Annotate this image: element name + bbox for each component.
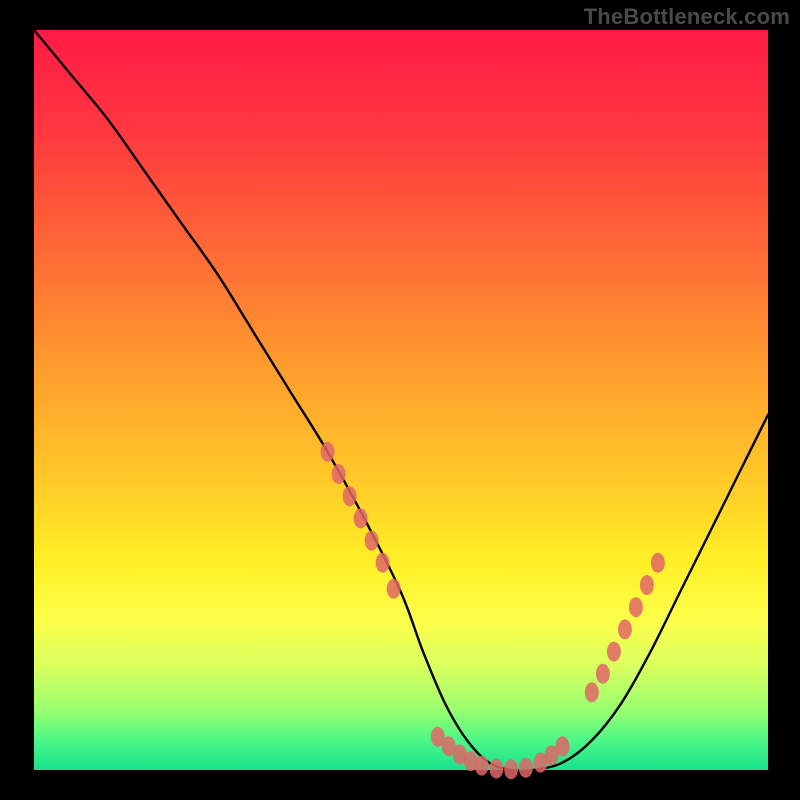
data-marker: [585, 682, 599, 702]
data-marker: [618, 619, 632, 639]
chart-frame: { "watermark": "TheBottleneck.com", "gra…: [0, 0, 800, 800]
data-marker: [376, 553, 390, 573]
data-marker: [504, 759, 518, 779]
data-marker: [365, 531, 379, 551]
data-marker: [489, 759, 503, 779]
data-marker: [387, 579, 401, 599]
watermark-text: TheBottleneck.com: [584, 4, 790, 30]
data-marker: [475, 756, 489, 776]
data-marker: [332, 464, 346, 484]
data-marker: [321, 442, 335, 462]
data-marker: [556, 736, 570, 756]
data-marker: [607, 642, 621, 662]
data-marker: [651, 553, 665, 573]
data-marker: [343, 486, 357, 506]
data-marker: [640, 575, 654, 595]
bottleneck-chart: [0, 0, 800, 800]
data-marker: [629, 597, 643, 617]
data-marker: [596, 664, 610, 684]
data-marker: [354, 508, 368, 528]
data-marker: [519, 758, 533, 778]
plot-background: [34, 30, 768, 770]
